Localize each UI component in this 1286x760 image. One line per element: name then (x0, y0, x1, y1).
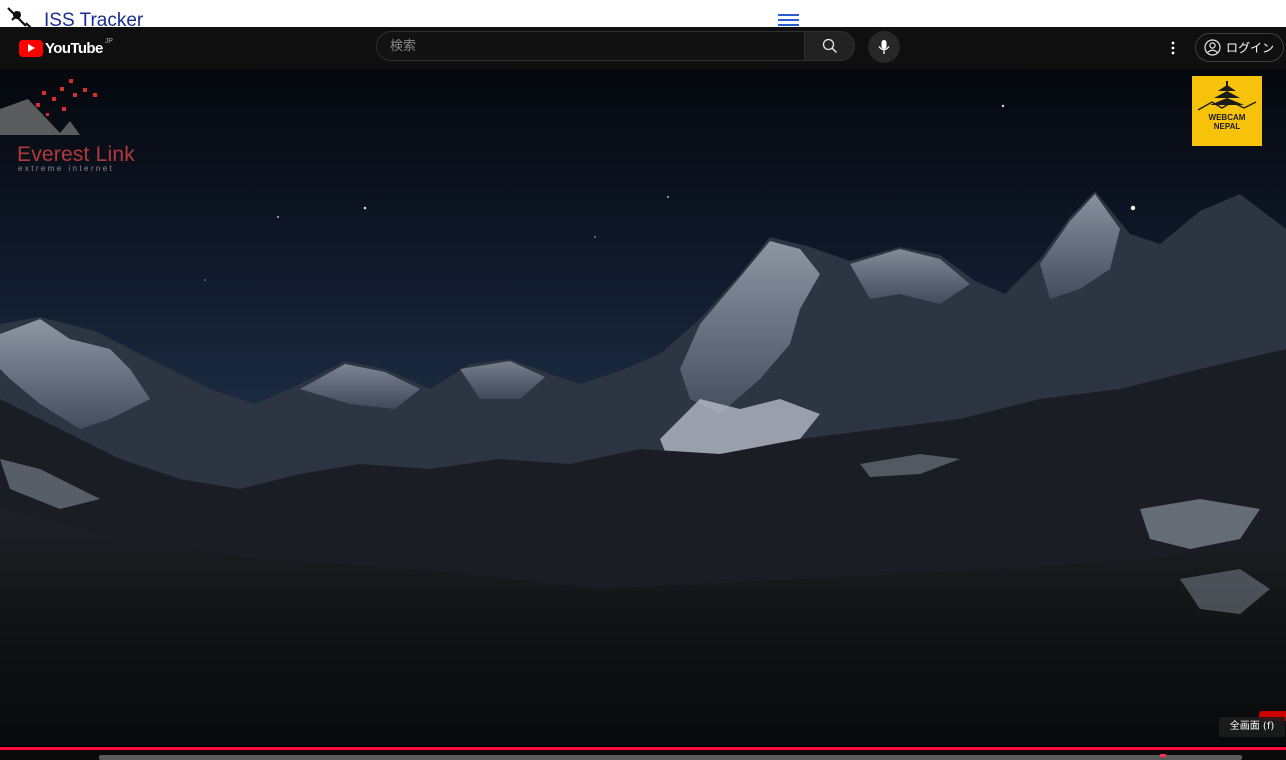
webcam-nepal-badge: WEBCAM NEPAL (1192, 76, 1262, 146)
webcam-label: WEBCAM (1208, 113, 1246, 122)
login-label: ログイン (1226, 41, 1275, 55)
youtube-embed: YouTube JP 検索 ログイン Everest Link extreme … (0, 27, 1286, 760)
site-title[interactable]: ISS Tracker (44, 10, 143, 27)
mic-icon (878, 40, 890, 54)
login-button[interactable]: ログイン (1195, 33, 1284, 62)
search-input[interactable]: 検索 (376, 31, 804, 61)
satellite-icon (7, 7, 32, 27)
hamburger-icon[interactable] (778, 14, 799, 27)
fullscreen-tooltip: 全画面 (f) (1219, 717, 1285, 737)
scroll-marker (1160, 754, 1166, 757)
voice-search-button[interactable] (868, 31, 900, 63)
everest-link-logo-icon (0, 79, 97, 135)
account-circle-icon (1204, 39, 1221, 56)
youtube-play-icon (19, 39, 43, 57)
youtube-wordmark: YouTube (45, 39, 103, 57)
youtube-topbar: YouTube JP 検索 ログイン (0, 27, 1286, 69)
mountain-night-scene (0, 69, 1286, 745)
search-icon (822, 38, 837, 53)
nepal-label: NEPAL (1213, 122, 1241, 131)
search-button[interactable] (804, 31, 855, 61)
more-vert-icon[interactable] (1164, 36, 1182, 60)
everest-link-tagline: extreme internet (18, 164, 115, 173)
site-header: ISS Tracker (0, 0, 1286, 27)
youtube-region: JP (104, 37, 113, 45)
youtube-logo[interactable]: YouTube JP (19, 37, 113, 57)
everest-link-watermark: Everest Link extreme internet (0, 77, 150, 173)
pagoda-icon (1197, 81, 1257, 111)
video-player[interactable]: Everest Link extreme internet WEBCAM NEP… (0, 69, 1286, 745)
horizontal-scrollbar[interactable] (99, 755, 1242, 760)
